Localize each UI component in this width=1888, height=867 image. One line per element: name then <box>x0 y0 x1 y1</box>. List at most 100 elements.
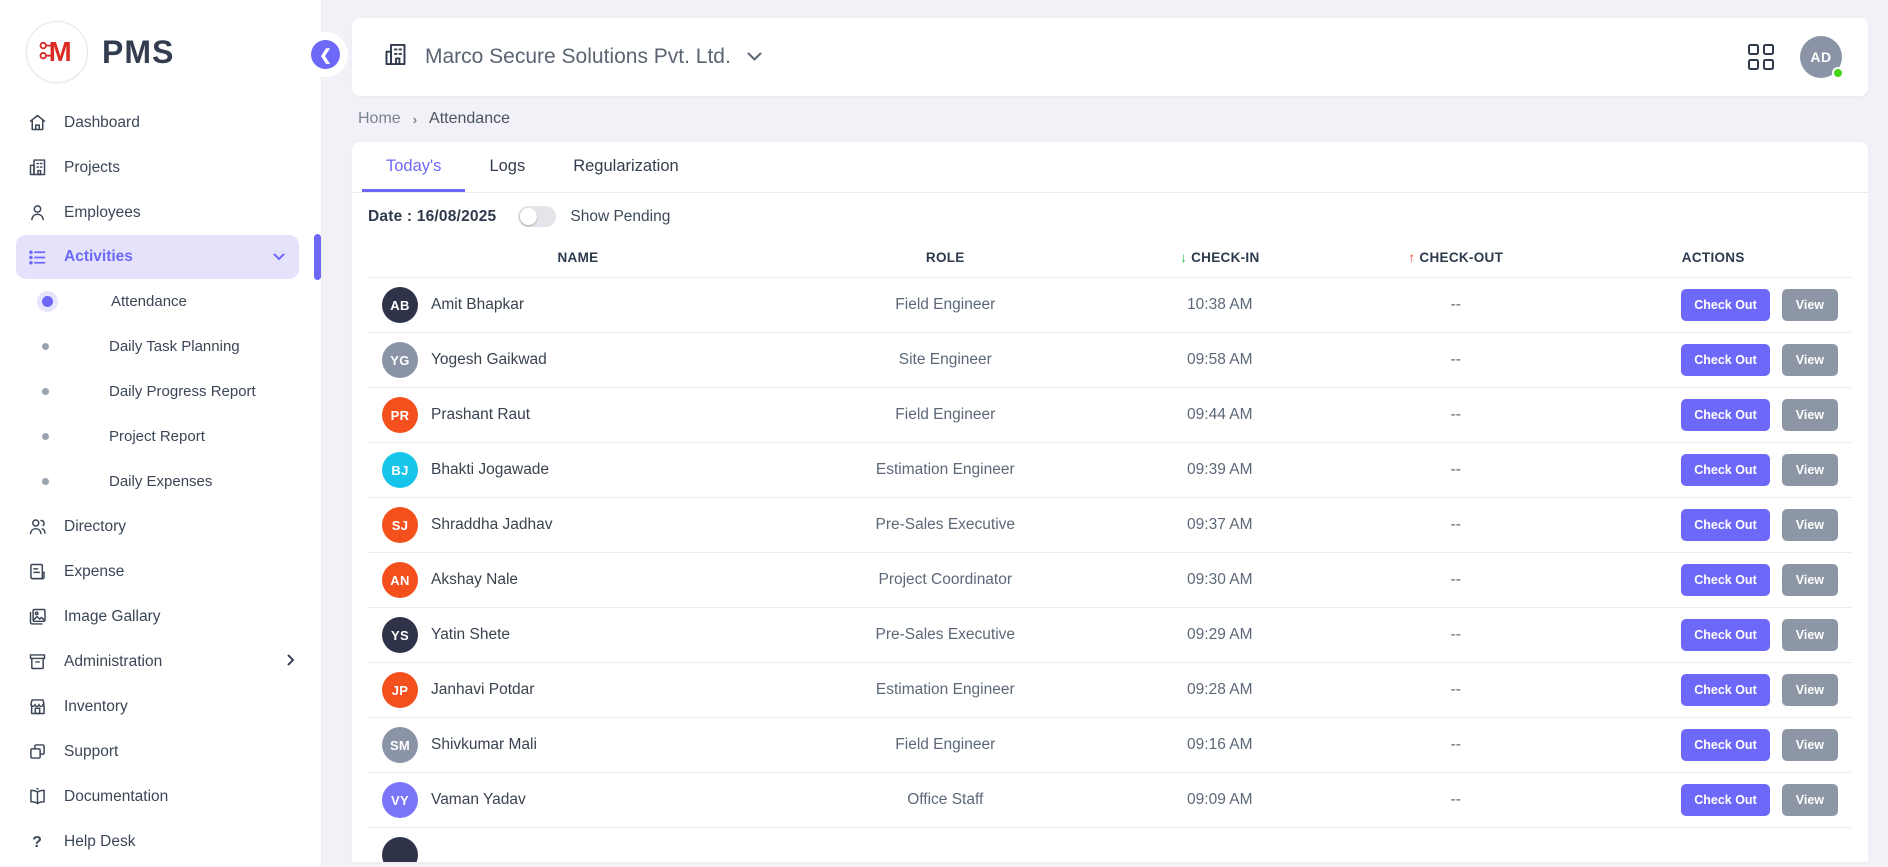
employee-avatar: AN <box>382 562 418 598</box>
column-header-check-out[interactable]: ↑CHECK-OUT <box>1337 237 1574 278</box>
company-logo-icon: M <box>26 21 88 83</box>
table-row: ANAkshay NaleProject Coordinator09:30 AM… <box>368 553 1852 608</box>
breadcrumb: Home › Attendance <box>352 96 1868 142</box>
employee-avatar: YS <box>382 617 418 653</box>
view-button[interactable]: View <box>1782 509 1838 541</box>
sidebar-subitem-daily-task-planning[interactable]: Daily Task Planning <box>0 324 321 369</box>
apps-grid-icon[interactable] <box>1748 44 1774 70</box>
employee-name: Shraddha Jadhav <box>431 516 553 534</box>
bullet-dot-icon <box>42 478 49 485</box>
check-in-time: 09:16 AM <box>1103 718 1337 773</box>
tab-logs[interactable]: Logs <box>465 142 549 192</box>
user-avatar[interactable]: AD <box>1800 36 1842 78</box>
check-out-value <box>1337 828 1574 863</box>
sidebar-item-documentation[interactable]: Documentation <box>0 774 321 819</box>
view-button[interactable]: View <box>1782 289 1838 321</box>
check-in-time <box>1103 828 1337 863</box>
chevron-down-icon <box>273 248 285 266</box>
bullet-dot-icon <box>42 343 49 350</box>
check-out-button[interactable]: Check Out <box>1681 454 1770 486</box>
show-pending-toggle[interactable] <box>518 206 556 227</box>
book-icon <box>26 786 48 808</box>
check-out-button[interactable]: Check Out <box>1681 289 1770 321</box>
check-out-value: -- <box>1337 553 1574 608</box>
sidebar-subitem-label: Daily Task Planning <box>109 338 240 355</box>
sidebar-item-label: Inventory <box>64 698 128 716</box>
tab-todays[interactable]: Today's <box>362 142 465 192</box>
column-header-check-in[interactable]: ↓CHECK-IN <box>1103 237 1337 278</box>
row-actions: Check Out View <box>1574 718 1852 773</box>
show-pending-label: Show Pending <box>570 208 670 226</box>
employee-name: Yogesh Gaikwad <box>431 351 547 369</box>
online-status-dot <box>1832 67 1844 79</box>
sidebar-subitem-label: Daily Progress Report <box>109 383 256 400</box>
sidebar-subitem-daily-progress-report[interactable]: Daily Progress Report <box>0 369 321 414</box>
view-button[interactable]: View <box>1782 454 1838 486</box>
toggle-knob <box>520 208 537 225</box>
sidebar-item-label: Dashboard <box>64 114 140 132</box>
main-area: Marco Secure Solutions Pvt. Ltd. AD Home… <box>322 0 1888 867</box>
check-out-button[interactable]: Check Out <box>1681 619 1770 651</box>
company-selector[interactable]: Marco Secure Solutions Pvt. Ltd. <box>382 41 762 73</box>
sidebar-item-activities[interactable]: Activities <box>16 235 299 279</box>
sidebar-item-label: Help Desk <box>64 833 136 851</box>
check-in-time: 09:09 AM <box>1103 773 1337 828</box>
check-out-button[interactable]: Check Out <box>1681 509 1770 541</box>
row-actions: Check Out View <box>1574 278 1852 333</box>
check-out-button[interactable]: Check Out <box>1681 564 1770 596</box>
check-in-time: 09:28 AM <box>1103 663 1337 718</box>
company-name: Marco Secure Solutions Pvt. Ltd. <box>425 45 731 69</box>
chevron-down-icon <box>747 48 762 66</box>
sidebar-item-administration[interactable]: Administration <box>0 639 321 684</box>
row-actions: Check Out View <box>1574 333 1852 388</box>
sidebar-item-support[interactable]: Support <box>0 729 321 774</box>
sidebar-item-employees[interactable]: Employees <box>0 190 321 235</box>
sidebar-item-help-desk[interactable]: ? Help Desk <box>0 819 321 864</box>
top-header: Marco Secure Solutions Pvt. Ltd. AD <box>352 18 1868 96</box>
employee-role: Project Coordinator <box>788 553 1103 608</box>
column-header-role: ROLE <box>788 237 1103 278</box>
employee-name: Janhavi Potdar <box>431 681 534 699</box>
sidebar-item-dashboard[interactable]: Dashboard <box>0 100 321 145</box>
view-button[interactable]: View <box>1782 674 1838 706</box>
sidebar-item-label: Employees <box>64 204 141 222</box>
sidebar-item-directory[interactable]: Directory <box>0 504 321 549</box>
view-button[interactable]: View <box>1782 619 1838 651</box>
view-button[interactable]: View <box>1782 729 1838 761</box>
tab-regularization[interactable]: Regularization <box>549 142 702 192</box>
svg-text:?: ? <box>32 834 42 851</box>
check-out-button[interactable]: Check Out <box>1681 674 1770 706</box>
view-button[interactable]: View <box>1782 399 1838 431</box>
check-out-value: -- <box>1337 388 1574 443</box>
sidebar-item-label: Activities <box>64 248 133 266</box>
sidebar-subitem-project-report[interactable]: Project Report <box>0 414 321 459</box>
employee-role: Field Engineer <box>788 718 1103 773</box>
sidebar-subitem-label: Project Report <box>109 428 205 445</box>
sidebar-item-expense[interactable]: Expense <box>0 549 321 594</box>
employee-avatar: AB <box>382 287 418 323</box>
home-icon <box>26 112 48 134</box>
view-button[interactable]: View <box>1782 564 1838 596</box>
sidebar-collapse-button[interactable]: ❮ <box>311 40 340 69</box>
view-button[interactable]: View <box>1782 784 1838 816</box>
table-row: SMShivkumar MaliField Engineer09:16 AM--… <box>368 718 1852 773</box>
check-out-button[interactable]: Check Out <box>1681 729 1770 761</box>
check-out-button[interactable]: Check Out <box>1681 399 1770 431</box>
sidebar-item-image-gallary[interactable]: Image Gallary <box>0 594 321 639</box>
check-out-button[interactable]: Check Out <box>1681 344 1770 376</box>
employee-name: Akshay Nale <box>431 571 518 589</box>
check-out-value: -- <box>1337 773 1574 828</box>
image-icon <box>26 606 48 628</box>
receipt-icon <box>26 561 48 583</box>
sidebar-item-projects[interactable]: Projects <box>0 145 321 190</box>
sidebar-item-inventory[interactable]: Inventory <box>0 684 321 729</box>
breadcrumb-home[interactable]: Home <box>358 110 401 128</box>
employee-avatar: JP <box>382 672 418 708</box>
view-button[interactable]: View <box>1782 344 1838 376</box>
check-out-value: -- <box>1337 443 1574 498</box>
check-in-time: 10:38 AM <box>1103 278 1337 333</box>
check-out-button[interactable]: Check Out <box>1681 784 1770 816</box>
table-row: JPJanhavi PotdarEstimation Engineer09:28… <box>368 663 1852 718</box>
sidebar-subitem-daily-expenses[interactable]: Daily Expenses <box>0 459 321 504</box>
sidebar-subitem-attendance[interactable]: Attendance <box>0 279 321 324</box>
